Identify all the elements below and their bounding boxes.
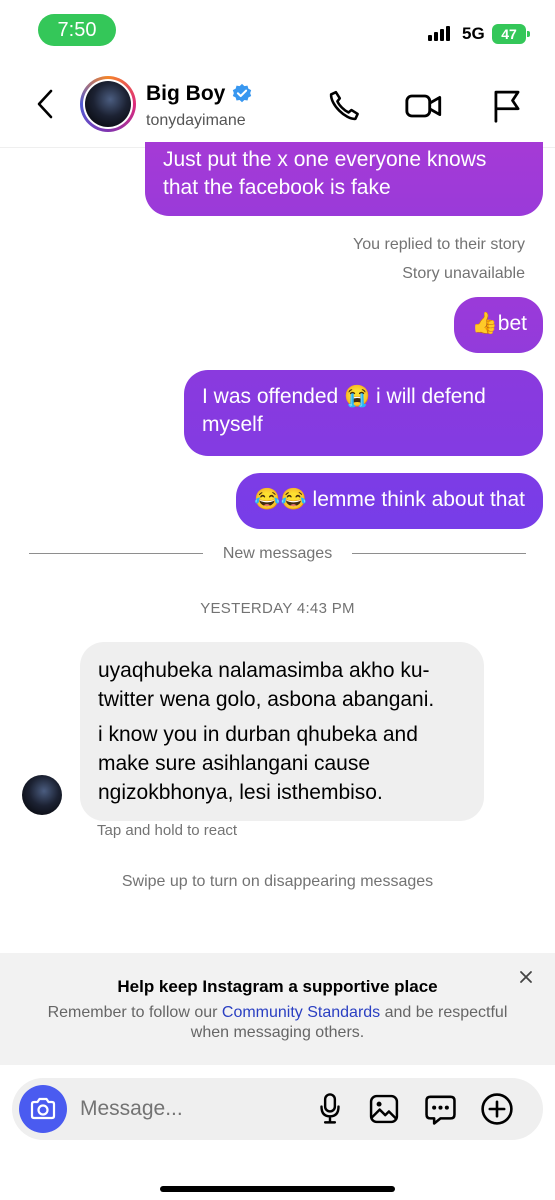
outgoing-message[interactable]: 👍bet [453,297,543,353]
avatar[interactable] [80,76,136,132]
gallery-icon[interactable] [368,1093,400,1125]
disappearing-messages-hint[interactable]: Swipe up to turn on disappearing message… [0,873,555,891]
notice-body: Remember to follow our Community Standar… [48,1003,508,1043]
sticker-icon[interactable] [424,1093,457,1126]
home-indicator [160,1186,395,1192]
add-icon[interactable] [480,1092,514,1126]
divider-line [352,553,526,554]
back-icon[interactable] [34,88,56,125]
react-hint: Tap and hold to react [97,822,238,839]
outgoing-message[interactable]: Just put the x one everyone knows that t… [145,142,543,216]
message-timestamp: YESTERDAY 4:43 PM [200,600,355,617]
verified-icon [233,83,252,103]
signal-icon [428,26,450,41]
notice-text: Remember to follow our [47,1004,222,1021]
status-bar: 7:50 5G 47 [0,0,555,60]
incoming-message-line: i know you in durban qhubeka and make su… [98,723,418,804]
community-standards-link[interactable]: Community Standards [222,1004,380,1021]
close-icon[interactable] [519,967,533,990]
microphone-icon[interactable] [317,1092,343,1126]
contact-name: Big Boy [146,82,226,105]
phone-icon[interactable] [326,88,362,124]
network-label: 5G [462,24,485,43]
contact-name-row[interactable]: Big Boy [146,82,253,106]
contact-username: tonydayimane [146,112,246,129]
battery-icon: 47 [492,24,530,44]
new-messages-label: New messages [222,545,333,562]
message-input[interactable] [80,1090,300,1128]
chat-header: Big Boy tonydayimane [0,60,555,148]
incoming-message[interactable]: uyaqhubeka nalamasimba akho ku-twitter w… [80,642,484,821]
message-composer [12,1078,543,1140]
camera-icon[interactable] [19,1085,67,1133]
outgoing-message[interactable]: 😂😂 lemme think about that [236,473,543,529]
status-time: 7:50 [38,14,116,46]
incoming-message-line: uyaqhubeka nalamasimba akho ku-twitter w… [98,659,435,711]
outgoing-message[interactable]: I was offended 😭 i will defend myself [184,370,543,456]
community-notice: Help keep Instagram a supportive place R… [0,953,555,1065]
replied-story-label: You replied to their story [353,236,525,253]
notice-title: Help keep Instagram a supportive place [117,977,438,996]
flag-icon[interactable] [490,88,524,124]
story-unavailable-label: Story unavailable [402,265,525,282]
sender-avatar[interactable] [22,775,62,815]
video-icon[interactable] [404,88,444,124]
